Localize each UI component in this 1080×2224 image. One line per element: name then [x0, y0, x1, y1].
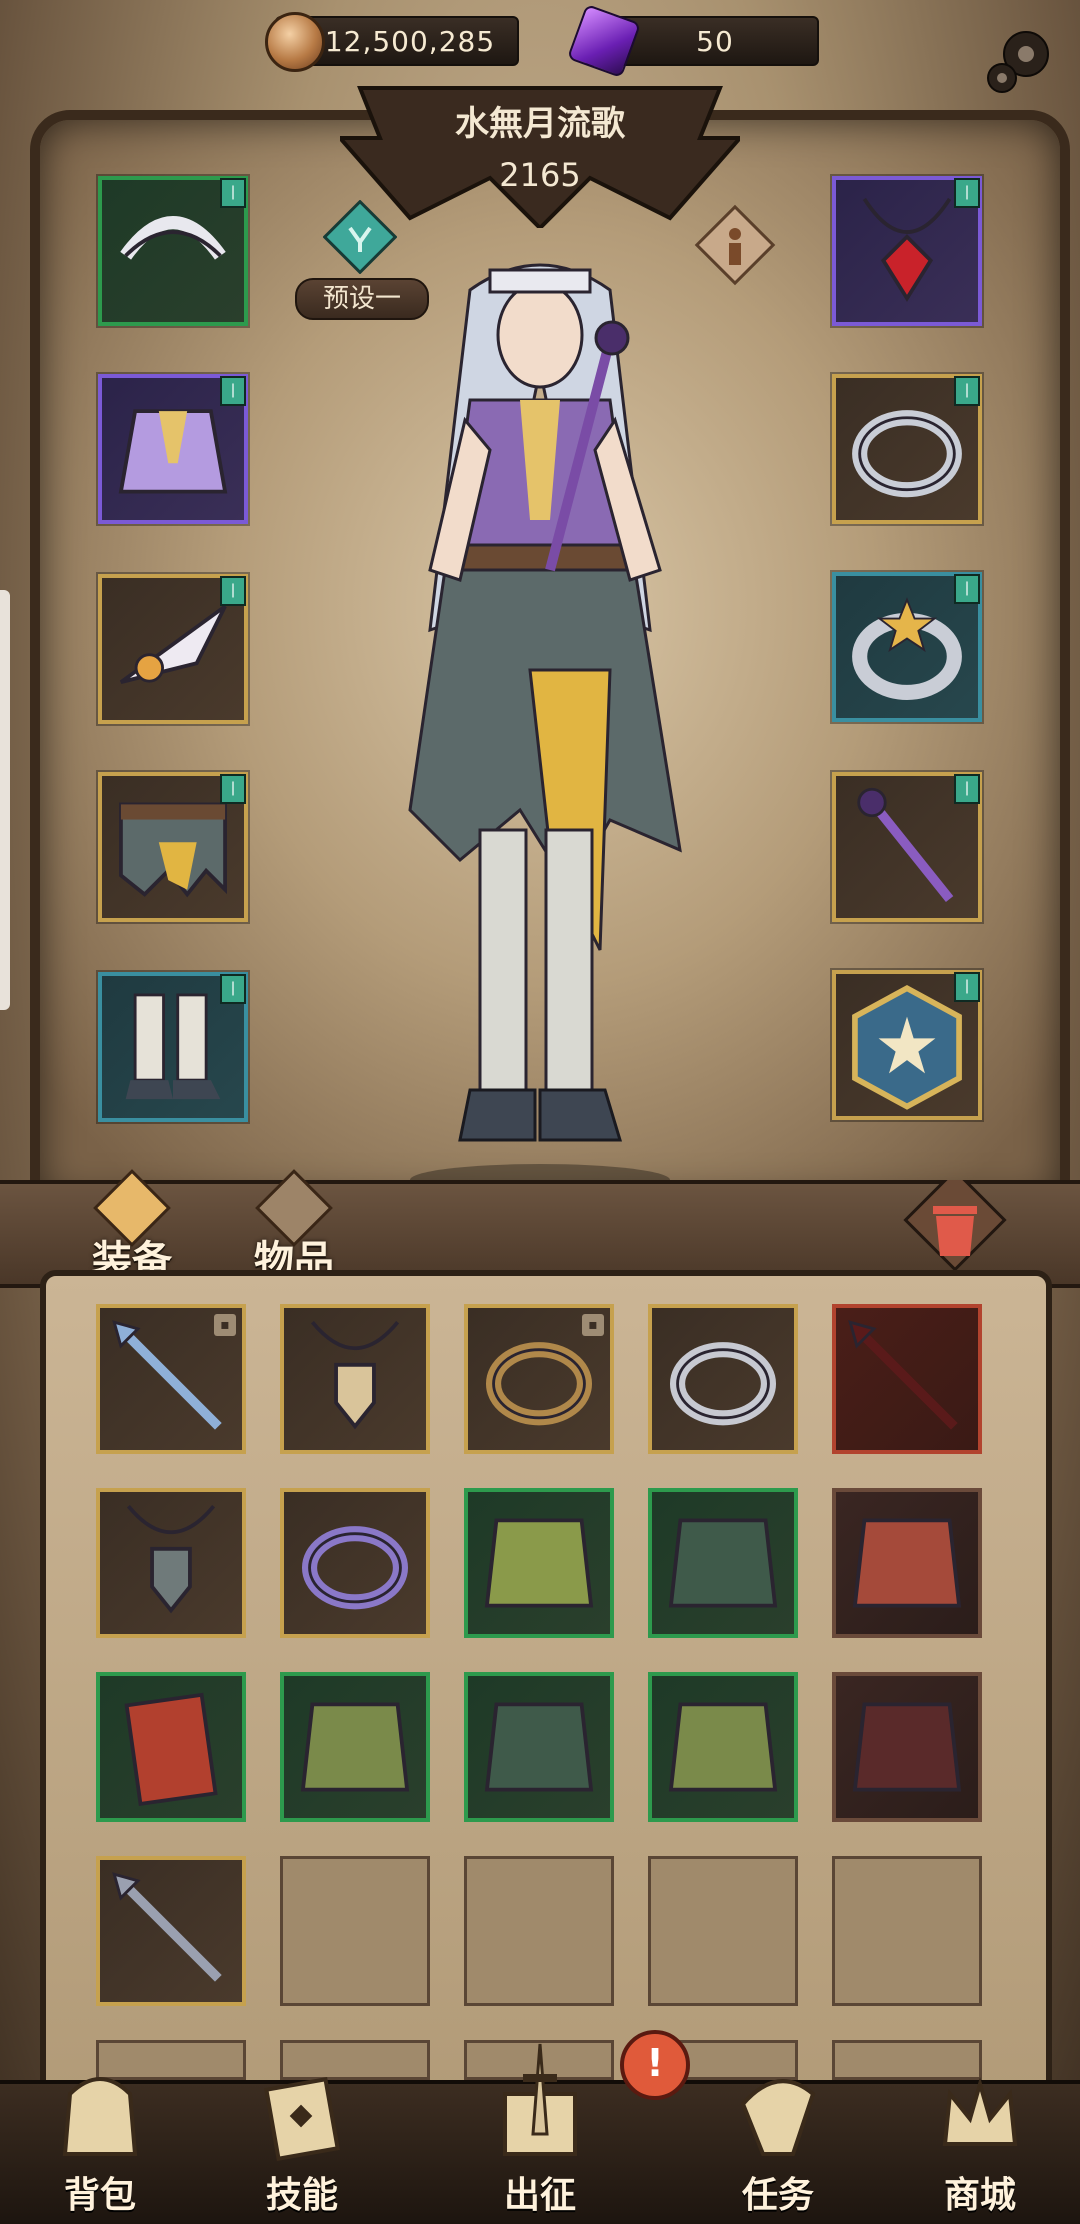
character-figure [408, 263, 682, 1196]
equipped-tag: ❘ [954, 376, 980, 406]
inventory-slot[interactable] [96, 1856, 246, 2006]
inventory-slot[interactable]: ▪ [464, 1304, 614, 1454]
gem-counter: 50 [566, 3, 819, 79]
inventory-slot[interactable] [280, 1488, 430, 1638]
nav-shop-label: 商城 [943, 2175, 1016, 2216]
inventory-slot[interactable] [280, 1672, 430, 1822]
equip-slot-ring-2[interactable]: ❘ [832, 572, 982, 722]
bottom-nav: 背包 技能 出征 任务 商城 [0, 2043, 1080, 2224]
nav-expedition[interactable]: 出征 [450, 2043, 630, 2224]
character-power: 2165 [499, 156, 581, 194]
equip-slot-weapon[interactable]: ❘ [832, 772, 982, 922]
gold-coin-icon [265, 12, 325, 72]
inventory-slot[interactable] [280, 1304, 430, 1454]
inventory-slot-empty[interactable] [464, 1856, 614, 2006]
dark-boots-icon [852, 1702, 962, 1792]
edge-handle[interactable] [0, 590, 10, 1010]
inventory-slot-empty[interactable] [280, 1856, 430, 2006]
inventory-slot[interactable] [464, 1488, 614, 1638]
purple-ring-icon [301, 1526, 409, 1610]
nav-quests[interactable]: 任务 [688, 2079, 868, 2224]
red-book-icon [124, 1692, 218, 1806]
moss-boots-icon [300, 1702, 410, 1792]
inventory-slot-empty[interactable] [832, 1856, 982, 2006]
equip-slot-ring-1[interactable]: ❘ [832, 374, 982, 524]
nav-quests-label: 任务 [741, 2175, 814, 2216]
nav-skills[interactable]: 技能 [212, 2077, 392, 2224]
purple-gem-icon [566, 3, 642, 79]
nav-skills-label: 技能 [265, 2175, 338, 2216]
backpack-icon [62, 2077, 138, 2156]
inventory-slot[interactable] [96, 1488, 246, 1638]
nav-shop[interactable]: 商城 [890, 2076, 1070, 2224]
equip-slot-legs[interactable]: ❘ [98, 772, 248, 922]
gear-icon [987, 31, 1049, 93]
lock-icon: ▪ [582, 1314, 604, 1336]
equipped-tag: ❘ [954, 972, 980, 1002]
inventory-slot[interactable] [832, 1672, 982, 1822]
inventory-slot[interactable] [648, 1488, 798, 1638]
nav-expedition-label: 出征 [503, 2175, 576, 2216]
character-name: 水無月流歌 [455, 104, 625, 144]
horn-icon [740, 2079, 816, 2156]
trash-icon [903, 1168, 1007, 1272]
inventory-slot[interactable] [96, 1672, 246, 1822]
equip-slot-feet[interactable]: ❘ [98, 972, 248, 1122]
equipped-tag: ❘ [220, 974, 246, 1004]
equip-slot-hands[interactable]: ❘ [98, 574, 248, 724]
crimson-spear-icon [848, 1320, 958, 1430]
equip-slot-body[interactable]: ❘ [98, 374, 248, 524]
expedition-alert-badge: ! [620, 2030, 690, 2100]
equipped-tag: ❘ [954, 178, 980, 208]
inventory-slot[interactable] [648, 1672, 798, 1822]
inventory-slot[interactable] [464, 1672, 614, 1822]
sword-map-icon [503, 2043, 577, 2156]
equipped-tag: ❘ [954, 574, 980, 604]
red-armor-icon [852, 1518, 962, 1608]
green-skirt-icon [668, 1518, 778, 1608]
equipped-tag: ❘ [220, 178, 246, 208]
crown-icon [942, 2076, 1018, 2146]
pink-gem-ring-icon [669, 1342, 777, 1426]
equipped-tag: ❘ [220, 576, 246, 606]
inventory-slot[interactable] [832, 1304, 982, 1454]
inventory-slot[interactable]: ▪ [96, 1304, 246, 1454]
equipped-tag: ❘ [954, 774, 980, 804]
nav-backpack-label: 背包 [63, 2175, 136, 2216]
inventory-slot[interactable] [832, 1488, 982, 1638]
equip-slot-necklace[interactable]: ❘ [832, 176, 982, 326]
settings-button[interactable] [980, 22, 1058, 100]
inventory-slot-empty[interactable] [648, 1856, 798, 2006]
lock-icon: ▪ [214, 1314, 236, 1336]
cross-amulet-icon [310, 1321, 400, 1430]
chain-helm-amulet-icon [126, 1505, 216, 1614]
green-skirt-2-icon [484, 1702, 594, 1792]
skill-card-icon [264, 2077, 340, 2161]
moss-gloves-icon [484, 1518, 594, 1608]
inventory-slot[interactable] [648, 1304, 798, 1454]
equip-slot-offhand[interactable]: ❘ [832, 970, 982, 1120]
moss-armor-icon [668, 1702, 778, 1792]
resource-bar: 12,500,285 50 [0, 0, 1080, 93]
equipped-tag: ❘ [220, 376, 246, 406]
equipped-tag: ❘ [220, 774, 246, 804]
mace-staff-icon [112, 1872, 222, 1982]
nav-backpack[interactable]: 背包 [10, 2077, 190, 2224]
discard-button[interactable] [900, 1168, 1010, 1280]
gold-counter: 12,500,285 [265, 12, 519, 72]
equip-slot-head[interactable]: ❘ [98, 176, 248, 326]
